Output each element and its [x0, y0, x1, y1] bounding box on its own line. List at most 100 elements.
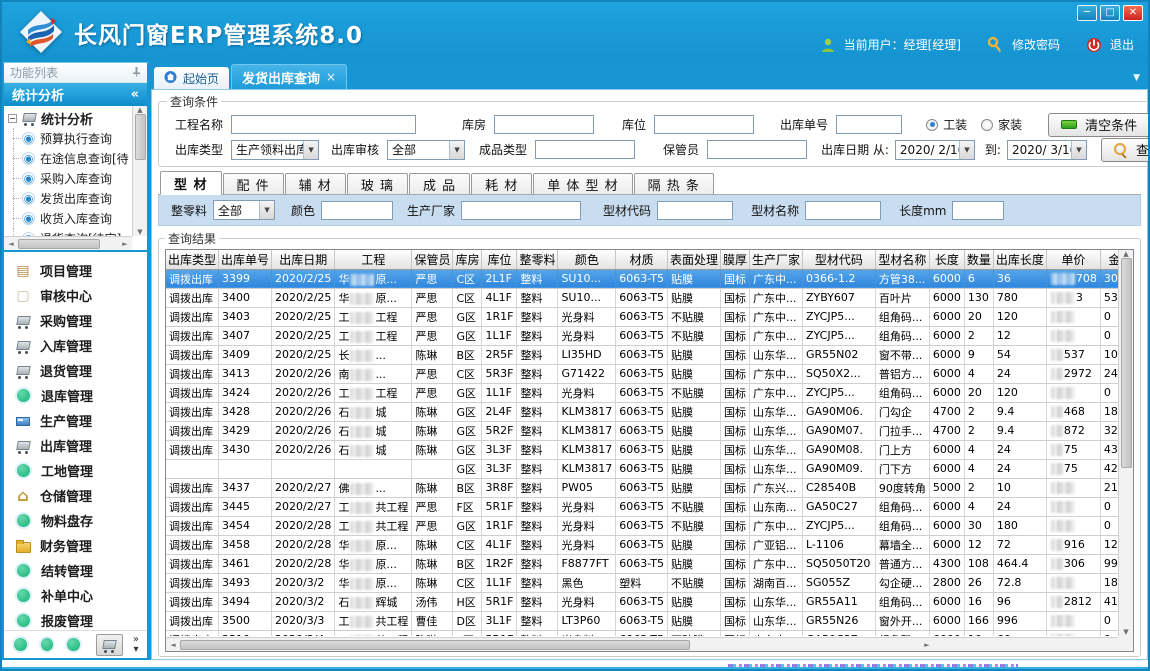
sidebar-menu-item[interactable]: 财务管理 — [4, 533, 147, 558]
table-row[interactable]: G区3L3F整料KLM38176063-T5贴膜国标山东华...GA90M09.… — [166, 459, 1118, 478]
tab-list-dropdown-icon[interactable]: ▼ — [1133, 73, 1140, 83]
column-header[interactable]: 生产厂家 — [749, 250, 802, 269]
table-row[interactable]: 调拨出库34242020/2/26工工程严思G区1L1F整料光身料6063-T5… — [166, 383, 1118, 402]
dot-icon[interactable] — [67, 638, 80, 651]
table-row[interactable]: 调拨出库35002020/3/3工共工程曹佳D区3L1F整料LT3P606063… — [166, 611, 1118, 630]
material-tab[interactable]: 成 品 — [409, 173, 470, 194]
column-header[interactable]: 整零料 — [517, 250, 558, 269]
cart-shortcut-button[interactable] — [96, 634, 123, 656]
table-row[interactable]: 调拨出库34092020/2/25长...陈琳B区2R5F整料LI35HD606… — [166, 345, 1118, 364]
length-input[interactable] — [952, 201, 1004, 220]
column-header[interactable]: 型材名称 — [875, 250, 929, 269]
table-row[interactable]: 调拨出库34282020/2/26石城陈琳G区2L4F整料KLM38176063… — [166, 402, 1118, 421]
column-header[interactable]: 数量 — [964, 250, 993, 269]
sidebar-menu-item[interactable]: 退货管理 — [4, 358, 147, 383]
tree-item[interactable]: ◉在途信息查询[待 — [4, 148, 132, 168]
sidebar-section-header[interactable]: 统计分析 « — [4, 83, 147, 106]
column-header[interactable]: 保管员 — [412, 250, 453, 269]
sidebar-menu-item[interactable]: 报废管理 — [4, 608, 147, 630]
out-type-select[interactable]: 生产领料出库▼ — [231, 140, 319, 160]
sidebar-menu-item[interactable]: 结转管理 — [4, 558, 147, 583]
table-row[interactable]: 调拨出库34932020/3/2华原...陈琳C区1L1F整料黑色塑料不贴膜国标… — [166, 573, 1118, 592]
sidebar-menu-item[interactable]: 物料盘存 — [4, 508, 147, 533]
grid-horizontal-scrollbar[interactable]: ◄► — [166, 637, 1118, 651]
column-header[interactable]: 库位 — [482, 250, 517, 269]
column-header[interactable]: 长度 — [929, 250, 964, 269]
tree-item[interactable]: ◉退货查询[待定] — [4, 228, 132, 236]
date-from-picker[interactable]: 2020/ 2/16▼ — [895, 140, 975, 160]
warehouse-input[interactable] — [494, 115, 594, 134]
date-to-picker[interactable]: 2020/ 3/16▼ — [1007, 140, 1087, 160]
material-tab[interactable]: 耗 材 — [471, 173, 532, 194]
sidebar-menu-item[interactable]: 补单中心 — [4, 583, 147, 608]
sidebar-menu-item[interactable]: 退库管理 — [4, 383, 147, 408]
profile-code-input[interactable] — [657, 201, 733, 220]
location-input[interactable] — [654, 115, 754, 134]
tree-root[interactable]: − 统计分析 — [4, 108, 132, 128]
column-header[interactable]: 材质 — [616, 250, 668, 269]
search-button[interactable]: 查 询 — [1101, 138, 1150, 162]
tree-item[interactable]: ◉发货出库查询 — [4, 188, 132, 208]
logout-link[interactable]: 退出 — [1110, 36, 1134, 53]
tree-item[interactable]: ◉收货入库查询 — [4, 208, 132, 228]
dot-icon[interactable] — [14, 638, 27, 651]
column-header[interactable]: 出库长度 — [993, 250, 1046, 269]
material-tab[interactable]: 辅 材 — [285, 173, 346, 194]
table-row[interactable]: 调拨出库34452020/2/27工共工程严思F区5R1F整料光身料6063-T… — [166, 497, 1118, 516]
tree-vertical-scrollbar[interactable]: ▲▼ — [132, 106, 147, 236]
material-tab[interactable]: 玻 璃 — [347, 173, 408, 194]
column-header[interactable]: 出库日期 — [272, 250, 335, 269]
column-header[interactable]: 膜厚 — [720, 250, 749, 269]
column-header[interactable]: 出库类型 — [166, 250, 219, 269]
close-button[interactable]: ✕ — [1123, 5, 1143, 21]
sidebar-menu-item[interactable]: 工地管理 — [4, 458, 147, 483]
sidebar-menu-item[interactable]: 生产管理 — [4, 408, 147, 433]
dot-icon[interactable] — [41, 638, 54, 651]
table-row[interactable]: 调拨出库34542020/2/28工共工程严思G区1R1F整料光身料6063-T… — [166, 516, 1118, 535]
color-input[interactable] — [321, 201, 393, 220]
material-tab[interactable]: 型 材 — [160, 171, 222, 195]
tab-close-icon[interactable]: × — [326, 70, 336, 84]
more-chevron[interactable]: »▾ — [133, 635, 139, 655]
profile-name-input[interactable] — [805, 201, 881, 220]
tree-horizontal-scrollbar[interactable]: ◄► — [4, 236, 132, 250]
table-row[interactable]: 调拨出库34002020/2/25华原...严思C区4L1F整料SU10...6… — [166, 288, 1118, 307]
manufacturer-input[interactable] — [461, 201, 581, 220]
clear-conditions-button[interactable]: 清空条件 — [1048, 113, 1150, 137]
sidebar-menu-item[interactable]: 出库管理 — [4, 433, 147, 458]
table-row[interactable]: 调拨出库35102020/3/4工共工程陈琳F区5R1F整料光身料6063-T5… — [166, 630, 1118, 636]
collapse-icon[interactable]: « — [131, 87, 139, 102]
maximize-button[interactable]: □ — [1100, 5, 1120, 21]
column-header[interactable]: 出库单号 — [219, 250, 272, 269]
material-tab[interactable]: 配 件 — [223, 173, 284, 194]
keeper-input[interactable] — [707, 140, 807, 159]
column-header[interactable]: 工程 — [335, 250, 412, 269]
table-row[interactable]: 调拨出库34942020/3/2石辉城汤伟H区5R1F整料光身料6063-T5贴… — [166, 592, 1118, 611]
pin-icon[interactable] — [132, 66, 141, 80]
sidebar-menu-item[interactable]: 入库管理 — [4, 333, 147, 358]
sidebar-menu-item[interactable]: 采购管理 — [4, 308, 147, 333]
tab-active[interactable]: 发货出库查询 × — [231, 64, 347, 89]
column-header[interactable]: 型材代码 — [803, 250, 876, 269]
sidebar-menu-item[interactable]: ⌂仓储管理 — [4, 483, 147, 508]
home-decor-radio-label[interactable]: 家装 — [998, 116, 1022, 133]
project-name-input[interactable] — [231, 115, 416, 134]
table-row[interactable]: 调拨出库34302020/2/26石城陈琳G区3L3F整料KLM38176063… — [166, 440, 1118, 459]
table-row[interactable]: 调拨出库33992020/2/25华原...严思C区2L1F整料SU10...6… — [166, 269, 1118, 288]
audit-select[interactable]: 全部▼ — [387, 140, 465, 160]
tree-expand-icon[interactable]: − — [8, 114, 17, 123]
table-row[interactable]: 调拨出库34132020/2/26南...严思C区5R3F整料G71422606… — [166, 364, 1118, 383]
column-header[interactable]: 库房 — [453, 250, 482, 269]
product-type-input[interactable] — [535, 140, 635, 159]
minimize-button[interactable]: ─ — [1077, 5, 1097, 21]
table-row[interactable]: 调拨出库34612020/2/28华原...陈琳B区1R2F整料F8877FT6… — [166, 554, 1118, 573]
material-tab[interactable]: 隔 热 条 — [634, 173, 714, 194]
column-header[interactable]: 表面处理 — [667, 250, 720, 269]
table-row[interactable]: 调拨出库34292020/2/26石城陈琳G区5R2F整料KLM38176063… — [166, 421, 1118, 440]
column-header[interactable]: 颜色 — [558, 250, 616, 269]
industrial-radio[interactable] — [926, 119, 938, 131]
tab-home[interactable]: 起始页 — [154, 67, 229, 89]
column-header[interactable]: 金 — [1100, 250, 1118, 269]
tree-item[interactable]: ◉采购入库查询 — [4, 168, 132, 188]
order-no-input[interactable] — [836, 115, 902, 134]
